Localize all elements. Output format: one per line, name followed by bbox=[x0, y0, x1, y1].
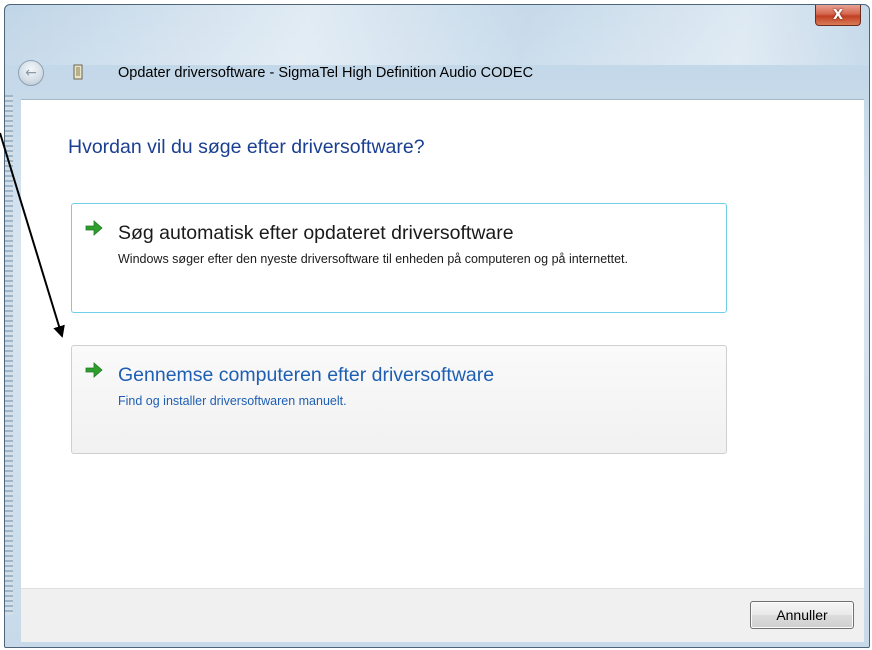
back-button[interactable]: ← bbox=[18, 60, 44, 86]
green-arrow-icon bbox=[85, 362, 103, 378]
driver-device-icon bbox=[73, 64, 83, 80]
close-icon: X bbox=[832, 7, 844, 23]
dialog-footer: Annuller bbox=[21, 588, 864, 642]
option-search-automatically[interactable]: Søg automatisk efter opdateret driversof… bbox=[71, 203, 727, 313]
option-description: Windows søger efter den nyeste driversof… bbox=[118, 252, 629, 266]
window-title: Opdater driversoftware - SigmaTel High D… bbox=[118, 65, 534, 81]
content-area: Hvordan vil du søge efter driversoftware… bbox=[21, 99, 864, 588]
option-browse-computer[interactable]: Gennemse computeren efter driversoftware… bbox=[71, 345, 727, 454]
window-edge bbox=[5, 95, 13, 615]
green-arrow-icon bbox=[85, 220, 103, 236]
close-button[interactable]: X bbox=[815, 5, 861, 26]
back-arrow-icon: ← bbox=[25, 65, 37, 81]
option-title: Gennemse computeren efter driversoftware bbox=[118, 364, 495, 386]
cancel-button[interactable]: Annuller bbox=[750, 601, 854, 629]
page-heading: Hvordan vil du søge efter driversoftware… bbox=[68, 136, 425, 158]
option-title: Søg automatisk efter opdateret driversof… bbox=[118, 222, 514, 244]
option-description: Find og installer driversoftwaren manuel… bbox=[118, 394, 347, 408]
